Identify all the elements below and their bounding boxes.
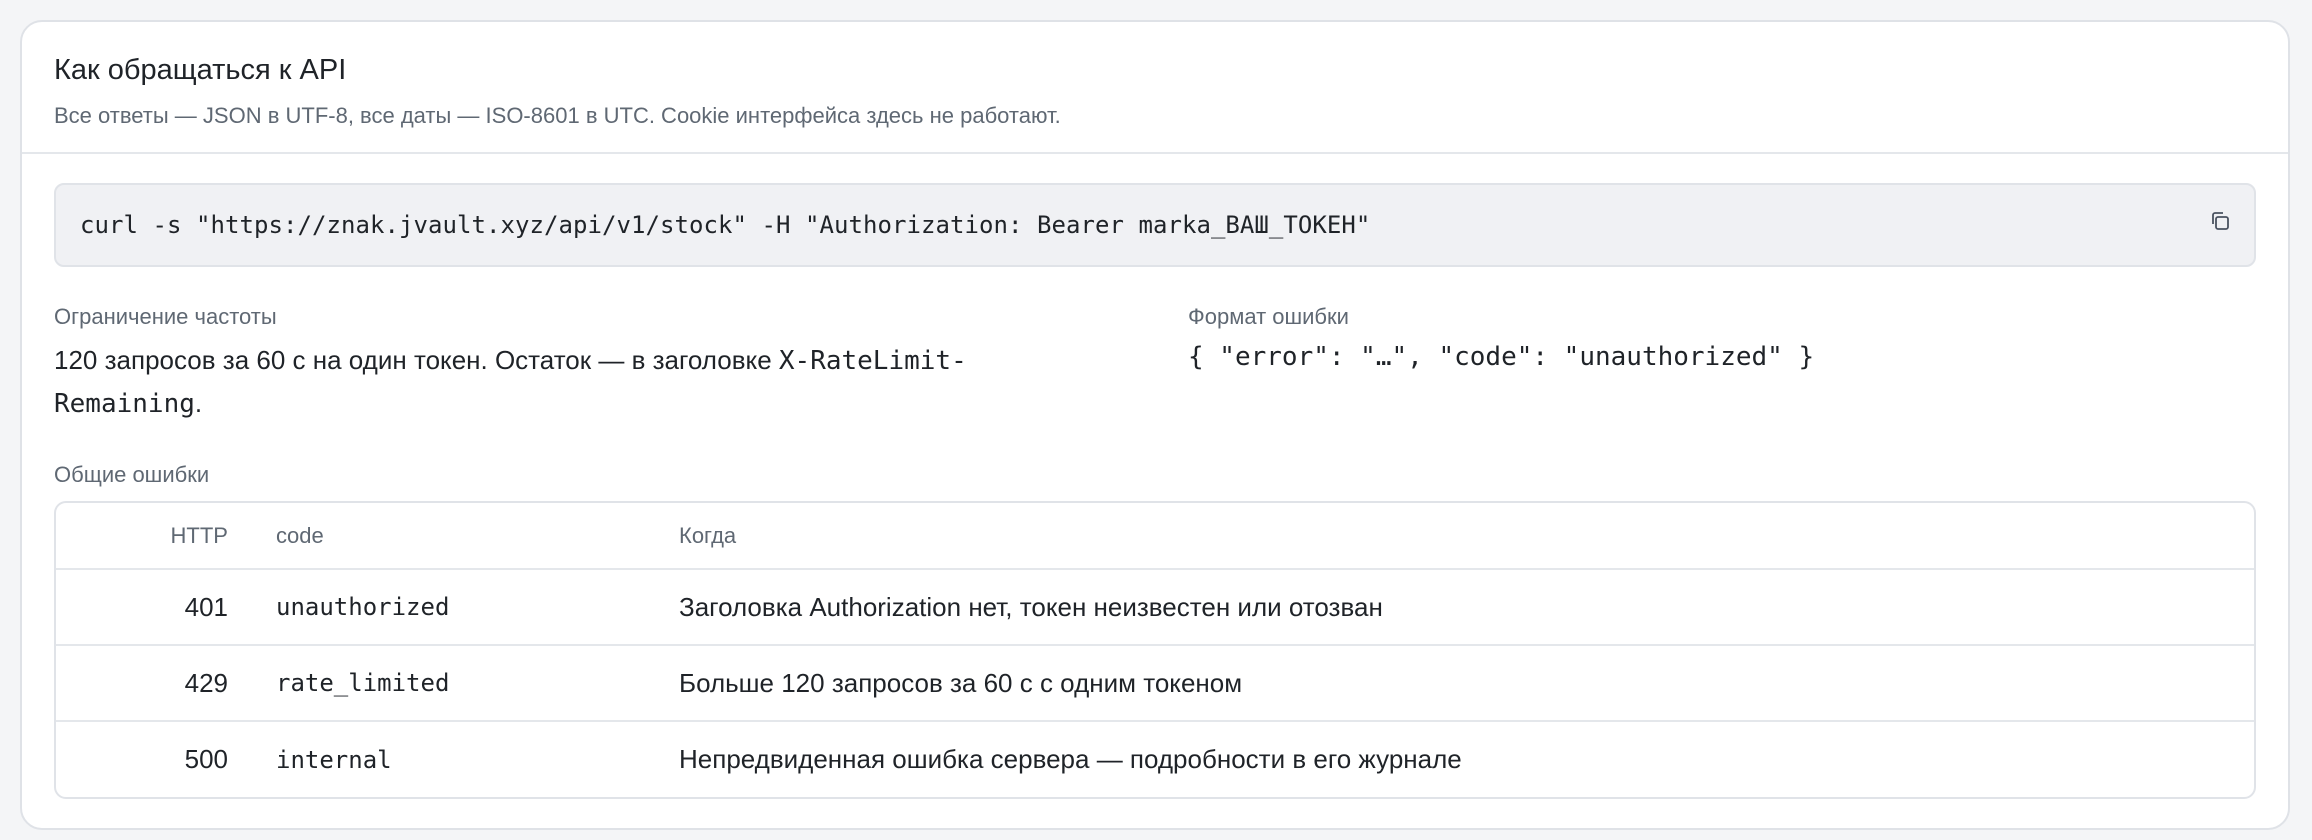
cell-when: Больше 120 запросов за 60 с с одним токе…: [679, 645, 2254, 722]
card-body: curl -s "https://znak.jvault.xyz/api/v1/…: [22, 154, 2288, 799]
rate-limit-text-before: 120 запросов за 60 с на один токен. Оста…: [54, 345, 779, 375]
column-header-http: HTTP: [56, 503, 228, 570]
cell-code: internal: [276, 745, 392, 774]
cell-code: rate_limited: [276, 645, 679, 722]
cell-when: Непредвиденная ошибка сервера — подробно…: [679, 744, 1462, 774]
rate-limit-text-after: .: [194, 388, 203, 418]
cell-http: 500: [184, 744, 228, 774]
cell-code: unauthorized: [276, 569, 679, 646]
table-row: 401 unauthorized Заголовка Authorization…: [56, 569, 2254, 646]
column-header-when: Когда: [679, 503, 2254, 570]
table-row: 500 internal Непредвиденная ошибка серве…: [56, 721, 2254, 797]
error-format-example: { "error": "…", "code": "unauthorized" }: [1188, 342, 1815, 372]
error-format-section: Формат ошибки { "error": "…", "code": "u…: [1188, 303, 2188, 425]
column-header-code: code: [276, 503, 679, 570]
errors-table: HTTP code Когда 401 unauthorized Заголов…: [54, 501, 2256, 799]
info-row: Ограничение частоты 120 запросов за 60 с…: [54, 303, 2256, 425]
card-header: Как обращаться к API Все ответы — JSON в…: [22, 22, 2288, 154]
error-format-label: Формат ошибки: [1188, 304, 1349, 329]
cell-http: 429: [56, 645, 228, 722]
card-subtitle: Все ответы — JSON в UTF-8, все даты — IS…: [54, 103, 1061, 128]
rate-limit-label: Ограничение частоты: [54, 304, 277, 329]
curl-example-block: curl -s "https://znak.jvault.xyz/api/v1/…: [54, 183, 2256, 267]
curl-command[interactable]: curl -s "https://znak.jvault.xyz/api/v1/…: [80, 211, 1370, 239]
api-usage-card: Как обращаться к API Все ответы — JSON в…: [20, 20, 2290, 830]
copy-button[interactable]: [2206, 207, 2234, 235]
cell-when: Заголовка Authorization нет, токен неизв…: [679, 569, 2254, 646]
copy-icon: [2212, 212, 2229, 230]
card-title: Как обращаться к API: [54, 54, 347, 86]
table-row: 429 rate_limited Больше 120 запросов за …: [56, 645, 2254, 722]
rate-limit-text: 120 запросов за 60 с на один токен. Оста…: [54, 339, 1074, 425]
cell-http: 401: [56, 569, 228, 646]
table-header-row: HTTP code Когда: [56, 503, 2254, 570]
common-errors-label: Общие ошибки: [54, 462, 210, 487]
rate-limit-section: Ограничение частоты 120 запросов за 60 с…: [54, 303, 1188, 425]
